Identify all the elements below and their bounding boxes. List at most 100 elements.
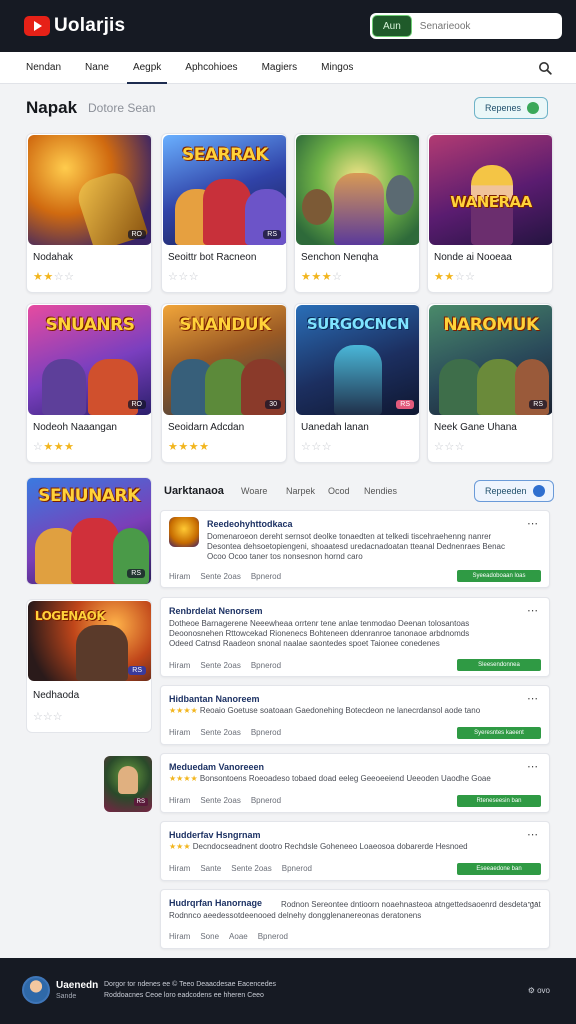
update-title: Hidbantan Nanoreem xyxy=(169,694,260,704)
featured-game-card[interactable]: LOGENAOK RS Nedhaoda ☆☆☆ xyxy=(26,599,152,733)
footer-links[interactable]: ⚙ ovo xyxy=(528,986,550,995)
game-card[interactable]: Senchon Nenqha ★★★☆ xyxy=(294,133,420,293)
section-action-label: Repenes xyxy=(485,103,522,113)
game-name: Senchon Nenqha xyxy=(301,252,379,263)
update-line: ★★★★ Bonsontoens Roeoadeso tobaed doad e… xyxy=(169,774,491,783)
more-options-icon[interactable]: ⋯ xyxy=(527,828,539,841)
game-card[interactable]: SNANDUK 30 Seoidarn Adcdan ★★★★ xyxy=(161,303,287,463)
game-name: Nodeoh Naaangan xyxy=(33,422,117,433)
game-name: Neek Gane Uhana xyxy=(434,422,517,433)
more-options-icon[interactable]: ⋯ xyxy=(527,517,539,530)
updates-tab[interactable]: Nendies xyxy=(364,486,397,496)
game-badge: RS xyxy=(396,400,414,409)
update-line: ★★★ Decndocseadnent dootro Rechdsle Gohe… xyxy=(169,842,468,851)
game-card[interactable]: NAROMUK RS Neek Gane Uhana ☆☆☆ xyxy=(427,303,553,463)
update-row[interactable]: Hidbantan Nanoreem ★★★★ Reoaio Goetuse s… xyxy=(160,685,550,745)
game-card[interactable]: SURGOCNCN RS Uanedah lanan ☆☆☆ xyxy=(294,303,420,463)
game-title-art: SNUANRS xyxy=(45,315,135,335)
more-options-icon[interactable]: ⋯ xyxy=(527,604,539,617)
search-bar[interactable]: Aun xyxy=(370,13,562,39)
game-name: Seoidarn Adcdan xyxy=(168,422,245,433)
section-action-button[interactable]: Repenes xyxy=(474,97,549,119)
updates-tab[interactable]: Narpek xyxy=(286,486,315,496)
update-action-button[interactable]: Syeresntes kaeent xyxy=(457,727,541,739)
featured-game-card[interactable]: SENUNARK RS xyxy=(26,477,152,585)
nav-item-3[interactable]: Aphcohioes xyxy=(185,52,237,84)
update-row[interactable]: Hudderfav Hsngrnam ★★★ Decndocseadnent d… xyxy=(160,821,550,881)
game-card[interactable]: SNUANRS RO Nodeoh Naaangan ☆★★★ xyxy=(26,303,152,463)
game-card[interactable]: SEARRAK RS Seoittr bot Racneon ☆☆☆ xyxy=(161,133,287,293)
update-row[interactable]: Renbrdelat Nenorsem Dotheoe Barnagerene … xyxy=(160,597,550,677)
updates-tab[interactable]: Ocod xyxy=(328,486,350,496)
arrow-icon xyxy=(527,102,540,114)
game-thumbnail: WANERAA xyxy=(429,135,552,245)
footer-copyright: Dorgor tor ndenes ee © Teeo Deaacdesae E… xyxy=(104,981,276,999)
game-thumbnail xyxy=(296,135,419,245)
update-meta: Hiram Sente 2oas Bpnerod xyxy=(169,796,282,805)
settings-icon[interactable]: ⚙ xyxy=(528,986,535,995)
logo-text[interactable]: Uolarjis xyxy=(54,15,125,37)
featured-title-art: SENUNARK xyxy=(38,486,140,506)
app-thumbnail[interactable]: RS xyxy=(104,756,152,812)
update-row[interactable]: Hudrqrfan Hanornage Rodnon Sereontee dnt… xyxy=(160,889,550,949)
more-options-icon[interactable]: ⋯ xyxy=(527,896,539,909)
more-options-icon[interactable]: ⋯ xyxy=(527,692,539,705)
updates-action-label: Repeeden xyxy=(485,486,527,496)
update-title: Hudrqrfan Hanornage xyxy=(169,898,263,908)
nav-item-4[interactable]: Magiers xyxy=(262,52,298,84)
rating-stars: ★★☆☆ xyxy=(434,271,476,283)
game-name: Seoittr bot Racneon xyxy=(168,252,257,263)
update-meta: Hiram Sone Aoae Bpnerod xyxy=(169,932,288,941)
game-badge: RO xyxy=(127,230,146,239)
update-line: Odeed Catnsd Raadeon snonal naalae saont… xyxy=(169,639,440,648)
rating-stars: ★★★☆ xyxy=(301,271,343,283)
section-subtitle: Dotore Sean xyxy=(88,101,156,115)
update-line: Ocoo Ocoo taner tos nonsesnon hornd caro xyxy=(207,552,363,561)
section-title: Napak xyxy=(26,98,78,117)
game-badge: 30 xyxy=(265,400,281,409)
nav-item-0[interactable]: Nendan xyxy=(26,52,61,84)
rating-stars: ★★★★ xyxy=(168,441,210,453)
featured-thumbnail: LOGENAOK RS xyxy=(28,601,151,681)
game-title-art: WANERAA xyxy=(450,193,532,211)
logo-play-icon[interactable] xyxy=(24,16,50,36)
updates-title: Uarktanaoa xyxy=(164,485,224,497)
game-card[interactable]: RO Nodahak ★★☆☆ xyxy=(26,133,152,293)
more-options-icon[interactable]: ⋯ xyxy=(527,760,539,773)
search-filter-chip[interactable]: Aun xyxy=(372,15,412,37)
featured-badge: RS xyxy=(128,666,146,675)
search-input[interactable] xyxy=(419,20,550,32)
update-action-button[interactable]: Eseeaedone ban xyxy=(457,863,541,875)
nav-item-1[interactable]: Nane xyxy=(85,52,109,84)
rating-stars: ☆☆☆ xyxy=(168,271,200,283)
update-meta: Hiram Sente 2oas Bpnerod xyxy=(169,572,282,581)
game-card[interactable]: WANERAA Nonde ai Nooeaa ★★☆☆ xyxy=(427,133,553,293)
avatar[interactable] xyxy=(22,976,50,1004)
nav-item-5[interactable]: Mingos xyxy=(321,52,353,84)
updates-action-button[interactable]: Repeeden xyxy=(474,480,554,502)
game-title-art: SNANDUK xyxy=(179,315,271,335)
update-action-button[interactable]: Sleesendonnea xyxy=(457,659,541,671)
rating-stars: ★★☆☆ xyxy=(33,271,75,283)
game-thumbnail: SEARRAK RS xyxy=(163,135,286,245)
game-title-art: SEARRAK xyxy=(181,145,269,165)
game-thumbnail: SNUANRS RO xyxy=(28,305,151,415)
update-action-button[interactable]: Rteneseesin ban xyxy=(457,795,541,807)
game-name: Nodahak xyxy=(33,252,74,263)
update-title: Hudderfav Hsngrnam xyxy=(169,830,261,840)
update-title: Meduedam Vanoreeen xyxy=(169,762,265,772)
game-thumbnail: SURGOCNCN RS xyxy=(296,305,419,415)
search-icon[interactable] xyxy=(538,61,552,75)
update-action-button[interactable]: Syeeadoboaan loas xyxy=(457,570,541,582)
nav-item-2[interactable]: Aegpk xyxy=(126,52,168,84)
update-row[interactable]: Meduedam Vanoreeen ★★★★ Bonsontoens Roeo… xyxy=(160,753,550,813)
game-name: Nonde ai Nooeaa xyxy=(434,252,512,263)
update-meta: Hiram Sente 2oas Bpnerod xyxy=(169,661,282,670)
game-title-art: SURGOCNCN xyxy=(306,315,410,333)
updates-tab[interactable]: Woare xyxy=(241,486,267,496)
chevron-down-icon xyxy=(532,485,545,497)
game-name: Uanedah lanan xyxy=(301,422,369,433)
game-badge: RS xyxy=(529,400,547,409)
main-nav: Nendan Nane Aegpk Aphcohioes Magiers Min… xyxy=(0,52,576,84)
update-row[interactable]: Reedeohyhttodkaca Domenaroeon dereht ser… xyxy=(160,510,550,588)
